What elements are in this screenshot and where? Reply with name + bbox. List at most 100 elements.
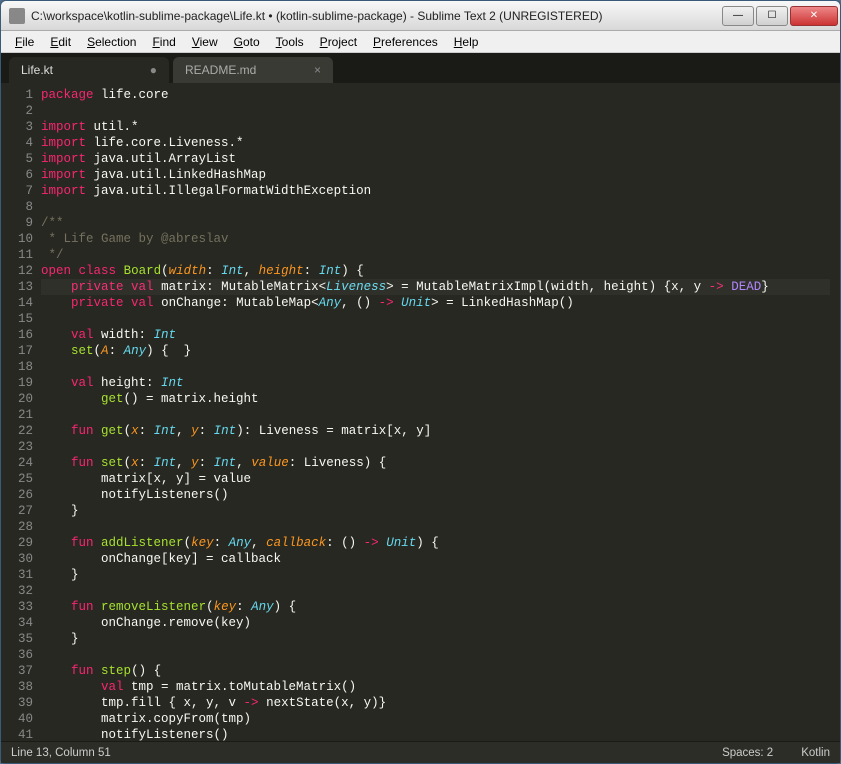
code-line[interactable]: val width: Int	[41, 327, 830, 343]
code-line[interactable]: }	[41, 503, 830, 519]
tab-label: Life.kt	[21, 63, 53, 77]
code-line[interactable]: tmp.fill { x, y, v -> nextState(x, y)}	[41, 695, 830, 711]
code-line[interactable]: fun get(x: Int, y: Int): Liveness = matr…	[41, 423, 830, 439]
code-line[interactable]	[41, 311, 830, 327]
code-line[interactable]: fun step() {	[41, 663, 830, 679]
window-controls: — ☐ ✕	[720, 6, 838, 26]
code-line[interactable]: set(A: Any) { }	[41, 343, 830, 359]
menu-file[interactable]: File	[7, 33, 42, 51]
app-window: C:\workspace\kotlin-sublime-package\Life…	[0, 0, 841, 764]
code-line[interactable]: fun set(x: Int, y: Int, value: Liveness)…	[41, 455, 830, 471]
line-number: 38	[5, 679, 33, 695]
code-line[interactable]	[41, 583, 830, 599]
menu-selection[interactable]: Selection	[79, 33, 144, 51]
code-line[interactable]: import java.util.IllegalFormatWidthExcep…	[41, 183, 830, 199]
line-number: 41	[5, 727, 33, 741]
line-number: 30	[5, 551, 33, 567]
menu-project[interactable]: Project	[312, 33, 365, 51]
line-number: 3	[5, 119, 33, 135]
code-line[interactable]	[41, 359, 830, 375]
line-number: 19	[5, 375, 33, 391]
code-line[interactable]: fun removeListener(key: Any) {	[41, 599, 830, 615]
menu-goto[interactable]: Goto	[226, 33, 268, 51]
code-line[interactable]: import java.util.ArrayList	[41, 151, 830, 167]
line-number: 35	[5, 631, 33, 647]
line-number: 1	[5, 87, 33, 103]
gutter: 1234567891011121314151617181920212223242…	[1, 83, 41, 741]
code-line[interactable]: /**	[41, 215, 830, 231]
code-line[interactable]: import life.core.Liveness.*	[41, 135, 830, 151]
code-line[interactable]: matrix.copyFrom(tmp)	[41, 711, 830, 727]
menu-tools[interactable]: Tools	[268, 33, 312, 51]
line-number: 25	[5, 471, 33, 487]
code-line[interactable]: private val onChange: MutableMap<Any, ()…	[41, 295, 830, 311]
code-line[interactable]: onChange.remove(key)	[41, 615, 830, 631]
line-number: 5	[5, 151, 33, 167]
minimize-button[interactable]: —	[722, 6, 754, 26]
line-number: 36	[5, 647, 33, 663]
code-line[interactable]: val height: Int	[41, 375, 830, 391]
code-line[interactable]: notifyListeners()	[41, 487, 830, 503]
line-number: 29	[5, 535, 33, 551]
app-icon	[9, 8, 25, 24]
line-number: 18	[5, 359, 33, 375]
code-line[interactable]: }	[41, 631, 830, 647]
status-language[interactable]: Kotlin	[801, 747, 830, 759]
code-line[interactable]	[41, 103, 830, 119]
code-line[interactable]: notifyListeners()	[41, 727, 830, 741]
code-line[interactable]	[41, 647, 830, 663]
line-number: 4	[5, 135, 33, 151]
line-number: 28	[5, 519, 33, 535]
menu-help[interactable]: Help	[446, 33, 487, 51]
line-number: 17	[5, 343, 33, 359]
tab-life-kt[interactable]: Life.kt ●	[9, 57, 169, 83]
tab-close-icon[interactable]: ×	[298, 63, 321, 77]
line-number: 6	[5, 167, 33, 183]
minimap[interactable]	[830, 83, 840, 741]
line-number: 14	[5, 295, 33, 311]
line-number: 31	[5, 567, 33, 583]
code-content[interactable]: package life.core import util.*import li…	[41, 83, 830, 741]
code-line[interactable]: get() = matrix.height	[41, 391, 830, 407]
status-spaces[interactable]: Spaces: 2	[722, 747, 773, 759]
code-line[interactable]: open class Board(width: Int, height: Int…	[41, 263, 830, 279]
line-number: 40	[5, 711, 33, 727]
menu-preferences[interactable]: Preferences	[365, 33, 446, 51]
code-line[interactable]	[41, 199, 830, 215]
titlebar[interactable]: C:\workspace\kotlin-sublime-package\Life…	[1, 1, 840, 31]
code-line[interactable]	[41, 519, 830, 535]
menu-edit[interactable]: Edit	[42, 33, 79, 51]
code-line[interactable]: matrix[x, y] = value	[41, 471, 830, 487]
code-line[interactable]: fun addListener(key: Any, callback: () -…	[41, 535, 830, 551]
line-number: 12	[5, 263, 33, 279]
line-number: 21	[5, 407, 33, 423]
tab-readme-md[interactable]: README.md×	[173, 57, 333, 83]
line-number: 32	[5, 583, 33, 599]
line-number: 22	[5, 423, 33, 439]
line-number: 33	[5, 599, 33, 615]
code-line[interactable]	[41, 439, 830, 455]
code-line[interactable]: import util.*	[41, 119, 830, 135]
window-title: C:\workspace\kotlin-sublime-package\Life…	[31, 9, 720, 23]
code-line[interactable]: import java.util.LinkedHashMap	[41, 167, 830, 183]
editor: Life.kt●README.md× 123456789101112131415…	[1, 53, 840, 763]
code-line[interactable]: package life.core	[41, 87, 830, 103]
close-button[interactable]: ✕	[790, 6, 838, 26]
line-number: 15	[5, 311, 33, 327]
code-line[interactable]: }	[41, 567, 830, 583]
line-number: 9	[5, 215, 33, 231]
line-number: 16	[5, 327, 33, 343]
code-line[interactable]: * Life Game by @abreslav	[41, 231, 830, 247]
line-number: 13	[5, 279, 33, 295]
tab-dirty-icon[interactable]: ●	[134, 63, 157, 77]
maximize-button[interactable]: ☐	[756, 6, 788, 26]
code-line[interactable]: */	[41, 247, 830, 263]
code-area[interactable]: 1234567891011121314151617181920212223242…	[1, 83, 840, 741]
code-line[interactable]: val tmp = matrix.toMutableMatrix()	[41, 679, 830, 695]
line-number: 34	[5, 615, 33, 631]
menu-find[interactable]: Find	[144, 33, 183, 51]
menu-view[interactable]: View	[184, 33, 226, 51]
code-line[interactable]	[41, 407, 830, 423]
line-number: 20	[5, 391, 33, 407]
code-line[interactable]: onChange[key] = callback	[41, 551, 830, 567]
